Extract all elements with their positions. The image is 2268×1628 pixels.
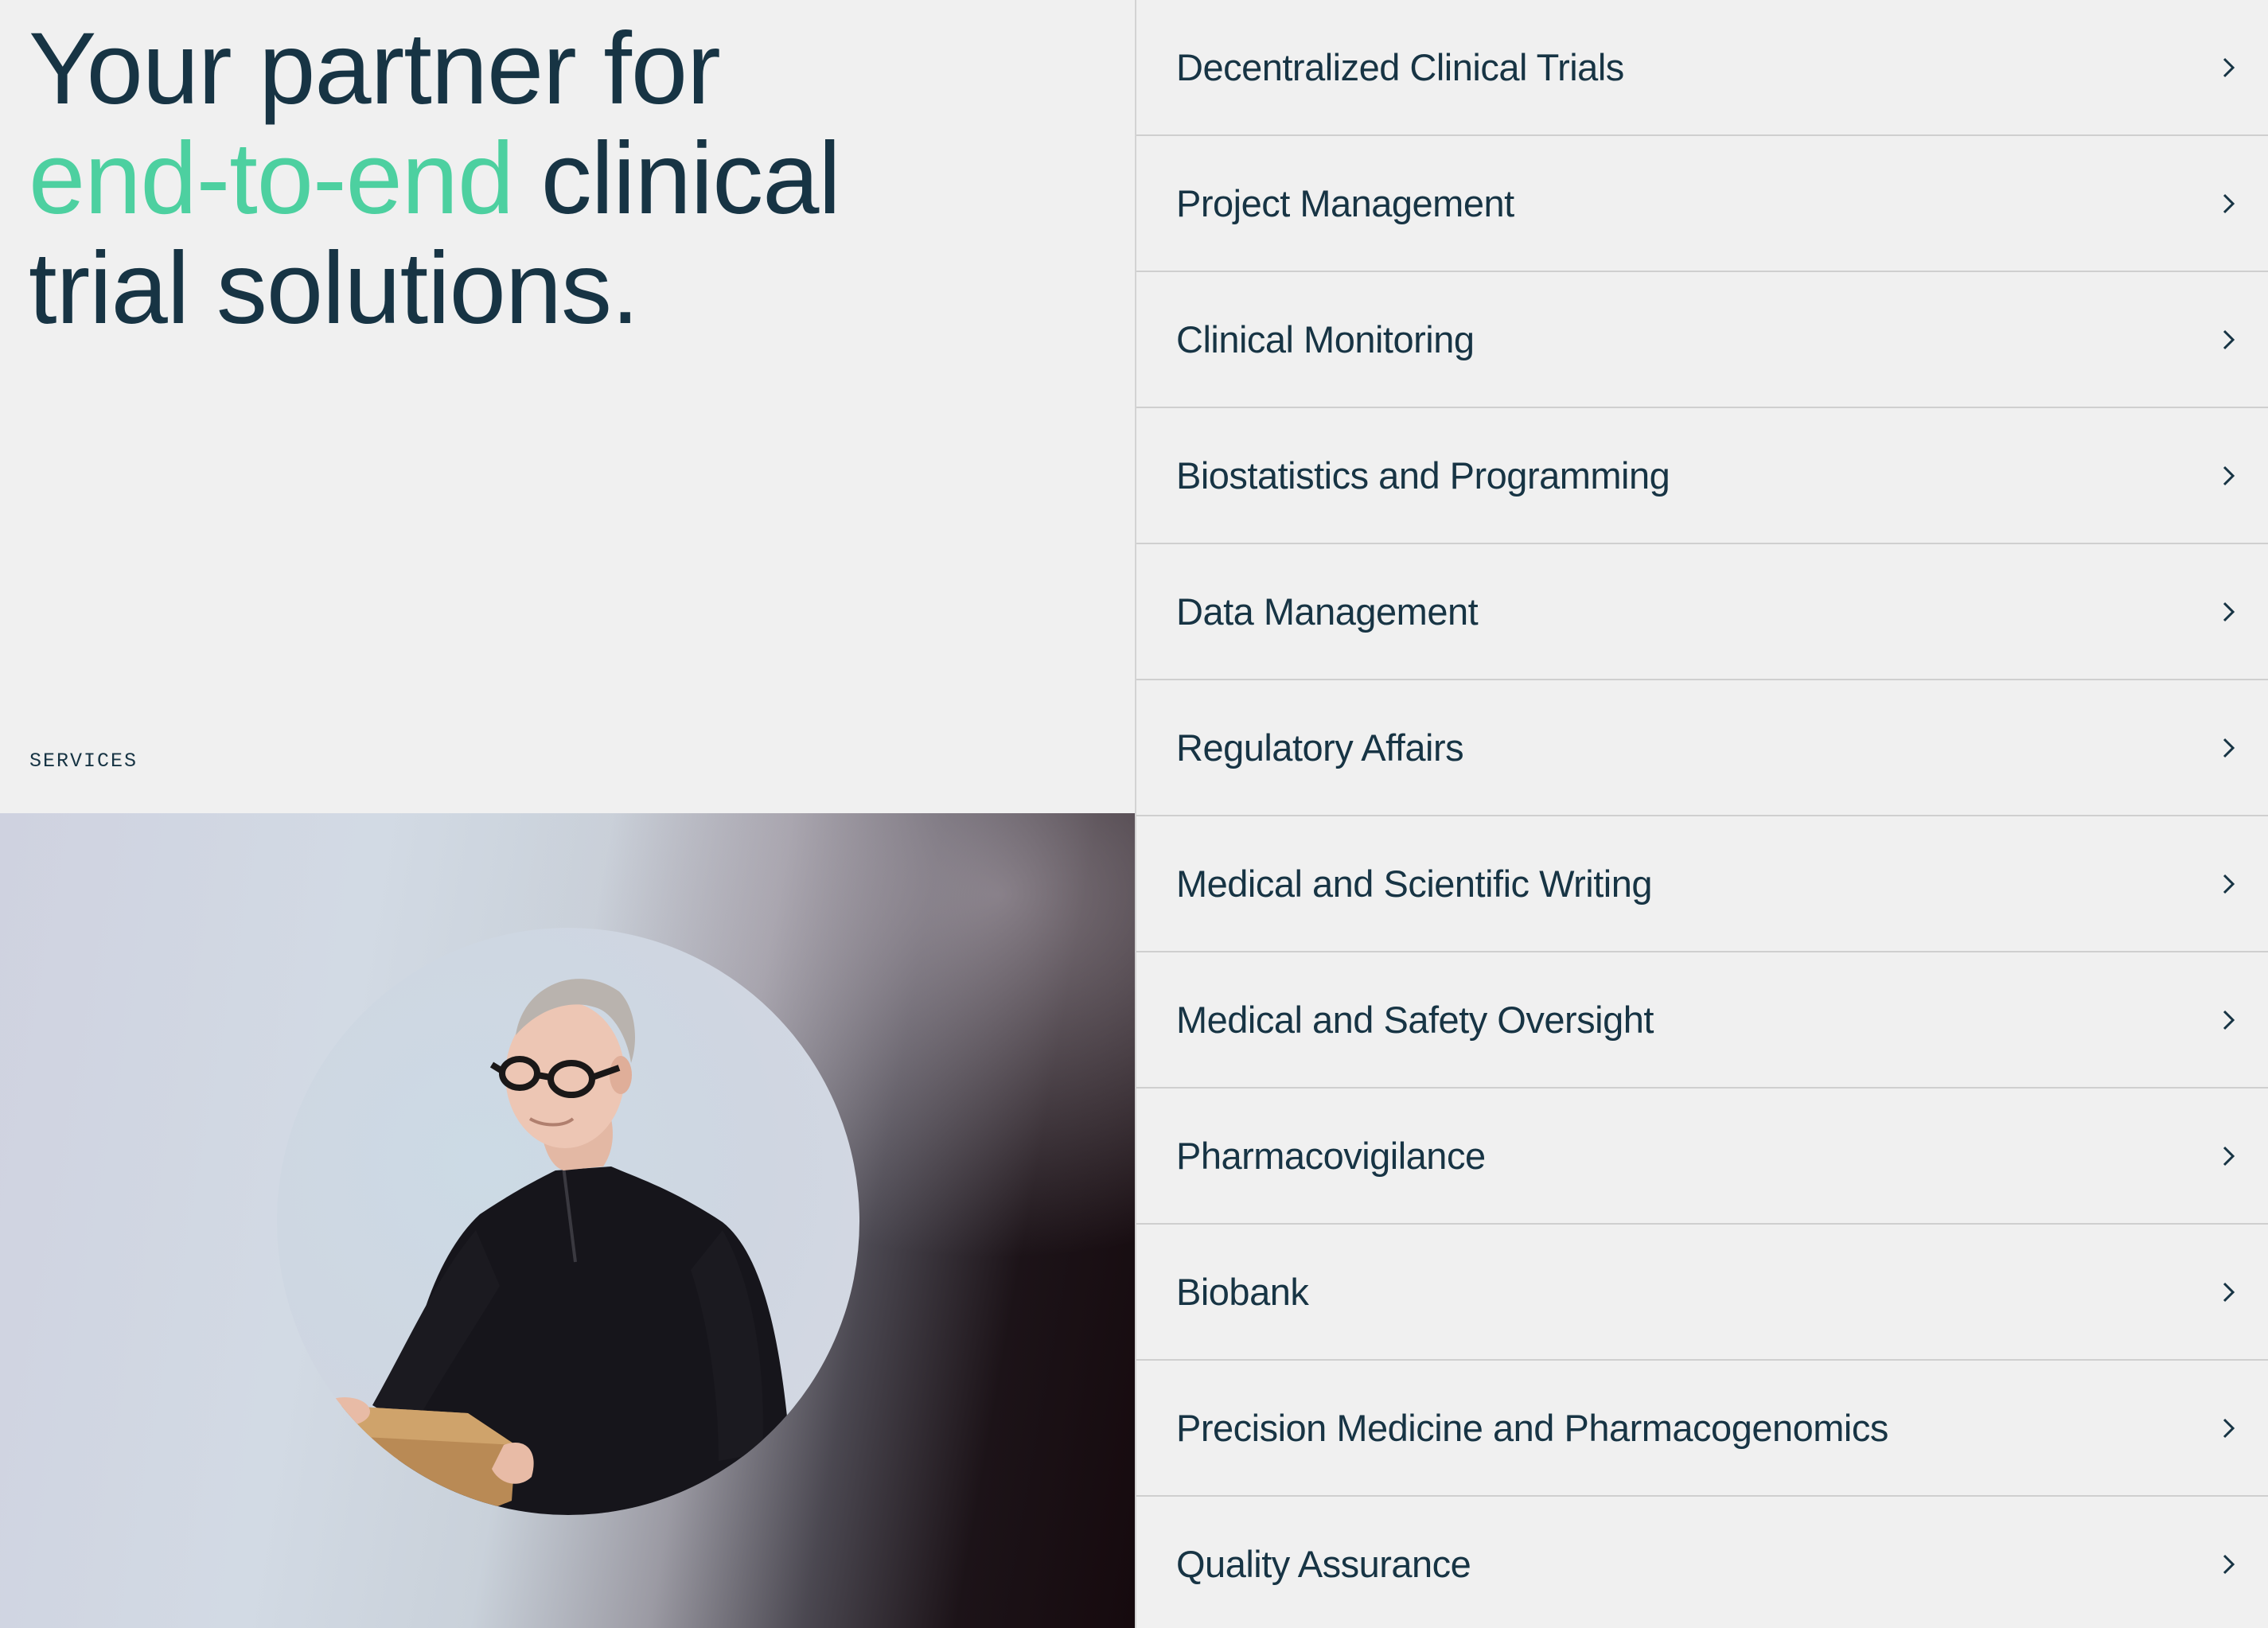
chevron-right-icon xyxy=(2223,602,2235,621)
service-label: Regulatory Affairs xyxy=(1176,726,1464,769)
chevron-right-icon xyxy=(2223,193,2235,213)
left-column: Your partner for end-to-end clinical trial… xyxy=(0,0,1135,1628)
service-label: Decentralized Clinical Trials xyxy=(1176,46,1624,88)
chevron-right-icon xyxy=(2223,1554,2235,1574)
service-item-quality-assurance[interactable]: Quality Assurance xyxy=(1136,1497,2268,1628)
page-title: Your partner for end-to-end clinical trial… xyxy=(29,12,841,345)
service-label: Quality Assurance xyxy=(1176,1543,1471,1585)
service-item-pharmacovigilance[interactable]: Pharmacovigilance xyxy=(1136,1089,2268,1225)
elderly-man-photo xyxy=(317,979,794,1515)
service-label: Biobank xyxy=(1176,1271,1309,1313)
service-label: Precision Medicine and Pharmacogenomics xyxy=(1176,1407,1888,1449)
service-label: Data Management xyxy=(1176,590,1479,633)
chevron-right-icon xyxy=(2223,57,2235,77)
section-label: SERVICES xyxy=(29,750,138,773)
headline-line-3: trial solutions. xyxy=(29,232,640,345)
chevron-right-icon xyxy=(2223,1010,2235,1030)
service-item-data-management[interactable]: Data Management xyxy=(1136,544,2268,680)
service-item-project-management[interactable]: Project Management xyxy=(1136,136,2268,272)
services-page: Your partner for end-to-end clinical trial… xyxy=(0,0,2268,1628)
service-item-decentralized-clinical-trials[interactable]: Decentralized Clinical Trials xyxy=(1136,0,2268,136)
service-label: Clinical Monitoring xyxy=(1176,318,1475,360)
service-item-biobank[interactable]: Biobank xyxy=(1136,1225,2268,1361)
service-item-medical-and-scientific-writing[interactable]: Medical and Scientific Writing xyxy=(1136,816,2268,952)
headline-line-1: Your partner for xyxy=(29,12,721,126)
chevron-right-icon xyxy=(2223,329,2235,349)
service-label: Medical and Safety Oversight xyxy=(1176,999,1654,1041)
chevron-right-icon xyxy=(2223,1282,2235,1302)
service-item-regulatory-affairs[interactable]: Regulatory Affairs xyxy=(1136,680,2268,816)
headline-accent: end-to-end xyxy=(29,122,514,236)
service-item-clinical-monitoring[interactable]: Clinical Monitoring xyxy=(1136,272,2268,408)
service-label: Biostatistics and Programming xyxy=(1176,454,1670,497)
service-label: Project Management xyxy=(1176,182,1514,224)
chevron-right-icon xyxy=(2223,1146,2235,1166)
service-item-medical-and-safety-oversight[interactable]: Medical and Safety Oversight xyxy=(1136,952,2268,1089)
services-list: Decentralized Clinical Trials Project Ma… xyxy=(1136,0,2268,1628)
photo-panel xyxy=(0,813,1135,1628)
service-item-biostatistics-and-programming[interactable]: Biostatistics and Programming xyxy=(1136,408,2268,544)
hero-panel: Your partner for end-to-end clinical trial… xyxy=(0,0,1135,813)
chevron-right-icon xyxy=(2223,738,2235,758)
photo-circle xyxy=(277,928,859,1515)
service-item-precision-medicine-and-pharmacogenomics[interactable]: Precision Medicine and Pharmacogenomics xyxy=(1136,1361,2268,1497)
chevron-right-icon xyxy=(2223,465,2235,485)
chevron-right-icon xyxy=(2223,874,2235,894)
service-label: Pharmacovigilance xyxy=(1176,1135,1486,1177)
service-label: Medical and Scientific Writing xyxy=(1176,863,1653,905)
headline-line-2-rest: clinical xyxy=(513,122,841,236)
chevron-right-icon xyxy=(2223,1418,2235,1438)
